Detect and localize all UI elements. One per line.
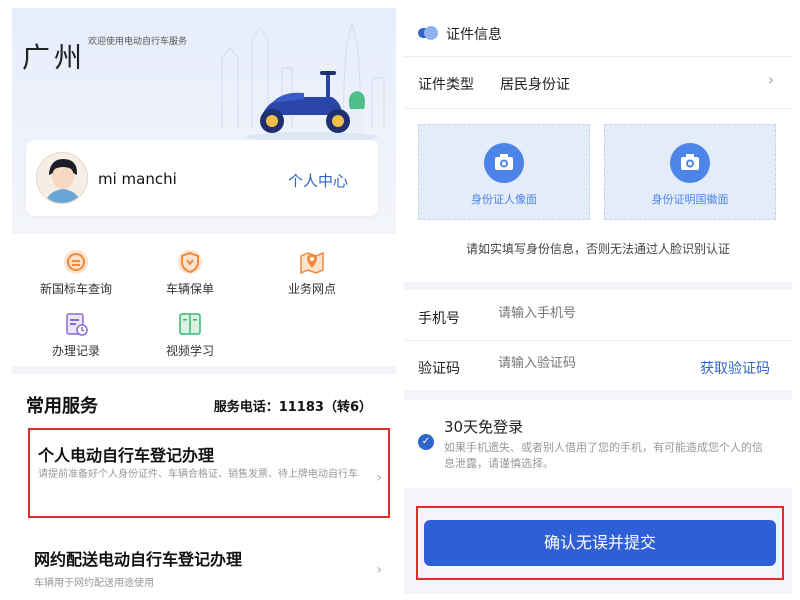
- grid-item-video-learning[interactable]: 视频学习: [140, 310, 240, 359]
- id-type-label: 证件类型: [418, 77, 474, 93]
- id-type-select[interactable]: 居民身份证: [500, 74, 570, 94]
- upload-label: 身份证明国徽面: [651, 193, 729, 206]
- upload-label: 身份证人像面: [471, 193, 537, 206]
- book-video-icon: [179, 313, 201, 335]
- divider: [404, 340, 792, 341]
- service-phone: 服务电话：11183（转6）: [213, 400, 372, 415]
- grid-item-label: 新国标车查询: [39, 282, 112, 296]
- personal-center-link[interactable]: 个人中心: [288, 170, 348, 191]
- phone-verification-section: 手机号 验证码 获取验证码: [404, 290, 792, 390]
- get-code-button[interactable]: 获取验证码: [700, 358, 770, 378]
- section-title: 证件信息: [446, 27, 502, 43]
- id-info-section: 证件信息 证件类型 居民身份证 › 身份证人像面 身份证明国徽面 请如实填写身份…: [404, 8, 792, 282]
- scooter-illustration: [246, 71, 378, 142]
- welcome-text: 欢迎使用电动自行车服务: [88, 37, 188, 47]
- registration-form-panel: 证件信息 证件类型 居民身份证 › 身份证人像面 身份证明国徽面 请如实填写身份…: [404, 8, 792, 594]
- home-panel: 广州 欢迎使用电动自行车服务 mi manchi 个人中心 新国标车查询 车辆保…: [12, 8, 396, 594]
- grid-item-label: 车辆保单: [165, 282, 214, 296]
- verification-code-input[interactable]: [498, 356, 678, 371]
- grid-item-vehicle-policy[interactable]: 车辆保单: [140, 248, 240, 297]
- card-description: 请提前准备好个人身份证件、车辆合格证、销售发票、待上牌电动自行车: [38, 469, 358, 480]
- camera-icon: [484, 143, 524, 183]
- section-title: 常用服务: [26, 396, 98, 417]
- code-label: 验证码: [418, 361, 460, 377]
- remember-login-title: 30天免登录: [444, 418, 524, 436]
- quick-access-grid: 新国标车查询 车辆保单 业务网点 办理记录 视频学习: [12, 234, 396, 366]
- phone-input[interactable]: [498, 306, 678, 321]
- common-services: 常用服务 服务电话：11183（转6） 个人电动自行车登记办理 请提前准备好个人…: [12, 374, 396, 594]
- record-clock-icon: [66, 313, 88, 336]
- insurance-shield-icon: [178, 250, 202, 274]
- submit-highlight: 确认无误并提交: [416, 506, 784, 580]
- chevron-right-icon[interactable]: ›: [768, 70, 774, 89]
- grid-item-label: 视频学习: [165, 344, 214, 358]
- id-back-upload[interactable]: 身份证明国徽面: [604, 124, 776, 220]
- grid-item-handling-records[interactable]: 办理记录: [26, 310, 126, 359]
- grid-item-new-standard-query[interactable]: 新国标车查询: [26, 248, 126, 297]
- chevron-right-icon: ›: [376, 470, 382, 486]
- section-toggle-icon: [418, 26, 438, 40]
- card-description: 车辆用于网约配送用途使用: [34, 578, 154, 589]
- chevron-right-icon[interactable]: ›: [376, 562, 382, 578]
- id-front-upload[interactable]: 身份证人像面: [418, 124, 590, 220]
- divider: [404, 108, 792, 109]
- delivery-ebike-registration-title[interactable]: 网约配送电动自行车登记办理: [34, 546, 242, 570]
- avatar-illustration-icon: [37, 153, 87, 203]
- id-notice: 请如实填写身份信息，否则无法通过人脸识别认证: [465, 242, 730, 256]
- checkbox-checked-icon[interactable]: ✓: [418, 434, 434, 450]
- divider: [404, 56, 792, 57]
- submit-button[interactable]: 确认无误并提交: [424, 520, 776, 566]
- map-location-icon: [300, 251, 324, 275]
- screen: 广州 欢迎使用电动自行车服务 mi manchi 个人中心 新国标车查询 车辆保…: [0, 0, 800, 600]
- username: mi manchi: [98, 170, 177, 188]
- camera-icon: [670, 143, 710, 183]
- profile-card[interactable]: mi manchi 个人中心: [26, 140, 378, 216]
- city-name: 广州: [22, 41, 87, 74]
- phone-label: 手机号: [418, 311, 460, 327]
- card-title: 个人电动自行车登记办理: [38, 446, 215, 465]
- query-icon: [64, 250, 88, 274]
- remember-login-description: 如果手机遗失、或者别人借用了您的手机，有可能造成您个人的信息泄露，请谨慎选择。: [444, 441, 763, 470]
- grid-item-label: 业务网点: [287, 282, 336, 296]
- grid-item-label: 办理记录: [51, 344, 100, 358]
- grid-item-service-outlets[interactable]: 业务网点: [262, 248, 362, 297]
- avatar[interactable]: [36, 152, 88, 204]
- remember-login-section: ✓ 30天免登录 如果手机遗失、或者别人借用了您的手机，有可能造成您个人的信息泄…: [404, 400, 792, 488]
- personal-ebike-registration-card[interactable]: 个人电动自行车登记办理 请提前准备好个人身份证件、车辆合格证、销售发票、待上牌电…: [28, 428, 390, 518]
